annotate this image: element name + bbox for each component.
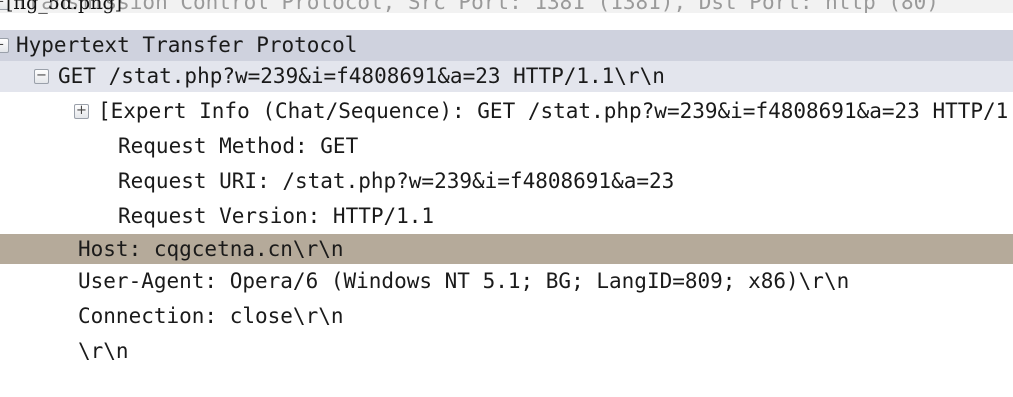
tree-row-request-version[interactable]: Request Version: HTTP/1.1 [0,201,1013,232]
tree-row-user-agent[interactable]: User-Agent: Opera/6 (Windows NT 5.1; BG;… [0,266,1013,297]
tree-row-label: Request URI: /stat.php?w=239&i=f4808691&… [118,169,675,193]
tree-row-tcp[interactable]: - Transmission Control Protocol, Src Por… [0,0,1013,13]
tree-row-crlf[interactable]: \r\n [0,336,1013,367]
tree-row-label: [Expert Info (Chat/Sequence): GET /stat.… [98,99,1013,123]
tree-row-label: Transmission Control Protocol, Src Port:… [16,0,939,13]
tree-row-label: Host: cqgcetna.cn\r\n [78,237,344,261]
collapse-icon[interactable]: - [0,38,9,53]
tree-row-connection[interactable]: Connection: close\r\n [0,301,1013,332]
tree-row-label: Request Method: GET [118,134,359,158]
tree-row-host[interactable]: Host: cqgcetna.cn\r\n [0,234,1013,264]
tree-row-request-uri[interactable]: Request URI: /stat.php?w=239&i=f4808691&… [0,166,1013,197]
packet-details-tree: - Transmission Control Protocol, Src Por… [0,0,1013,397]
filename-overlay: [fig_5d.png] [6,0,123,14]
tree-row-http[interactable]: - Hypertext Transfer Protocol [0,30,1013,61]
tree-row-label: User-Agent: Opera/6 (Windows NT 5.1; BG;… [78,269,850,293]
tree-row-label: Hypertext Transfer Protocol [16,33,358,57]
tree-row-request-line[interactable]: − GET /stat.php?w=239&i=f4808691&a=23 HT… [0,61,1013,92]
tree-row-label: Request Version: HTTP/1.1 [118,204,435,228]
tree-row-request-method[interactable]: Request Method: GET [0,131,1013,162]
tree-row-label: \r\n [78,339,129,363]
tree-row-label: GET /stat.php?w=239&i=f4808691&a=23 HTTP… [58,64,665,88]
collapse-icon[interactable]: − [34,69,49,84]
tree-row-expert-info[interactable]: + [Expert Info (Chat/Sequence): GET /sta… [0,96,1013,127]
expand-icon[interactable]: + [74,104,89,119]
tree-row-label: Connection: close\r\n [78,304,344,328]
